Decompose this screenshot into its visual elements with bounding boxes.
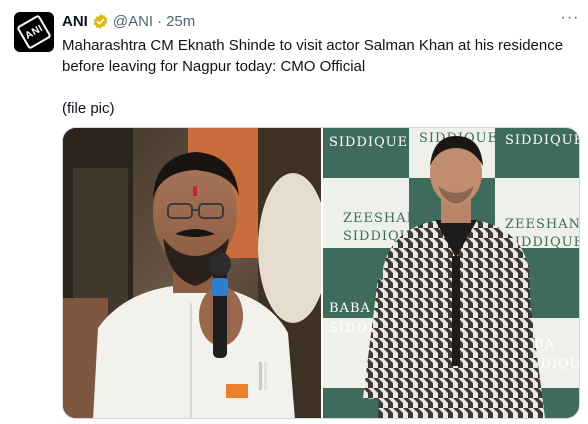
tweet-text-line: Maharashtra CM Eknath Shinde to visit ac… [62,37,564,54]
tweet-text-line: (file pic) [62,100,115,117]
verified-badge-icon [93,13,108,29]
photo-right-illustration: SIDDIQUE SIDDIQUE SIDDIQUE ZEESHAN SIDDI… [323,128,580,418]
backdrop-word: BABA [329,301,371,316]
ani-logo: ANI [16,14,52,50]
backdrop-word: SIDDIQUE [329,135,408,150]
timestamp[interactable]: 25m [166,13,195,30]
tweet-card[interactable]: ANI ANI @ANI · 25m ··· Maharashtra CM Ek… [0,0,588,424]
author-name[interactable]: ANI [62,13,88,30]
tweet-text: Maharashtra CM Eknath Shinde to visit ac… [62,35,582,119]
photo-salman-khan[interactable]: SIDDIQUE SIDDIQUE SIDDIQUE ZEESHAN SIDDI… [323,128,580,418]
ani-logo-text: ANI [23,22,45,42]
author-handle[interactable]: @ANI [113,13,153,30]
backdrop-word: ZEESHAN [505,217,580,232]
photo-eknath-shinde[interactable] [63,128,321,418]
tweet-header: ANI @ANI · 25m [62,10,195,32]
photo-left-illustration [63,128,321,418]
avatar[interactable]: ANI [14,12,54,52]
separator-dot: · [157,12,163,30]
backdrop-word: ZEESHAN [343,211,419,226]
tweet-text-line: before leaving for Nagpur today: CMO Off… [62,58,366,75]
backdrop-word: SIDDIQUE [505,133,580,148]
tweet-media[interactable]: SIDDIQUE SIDDIQUE SIDDIQUE ZEESHAN SIDDI… [62,127,580,419]
more-options-icon[interactable]: ··· [560,10,580,32]
